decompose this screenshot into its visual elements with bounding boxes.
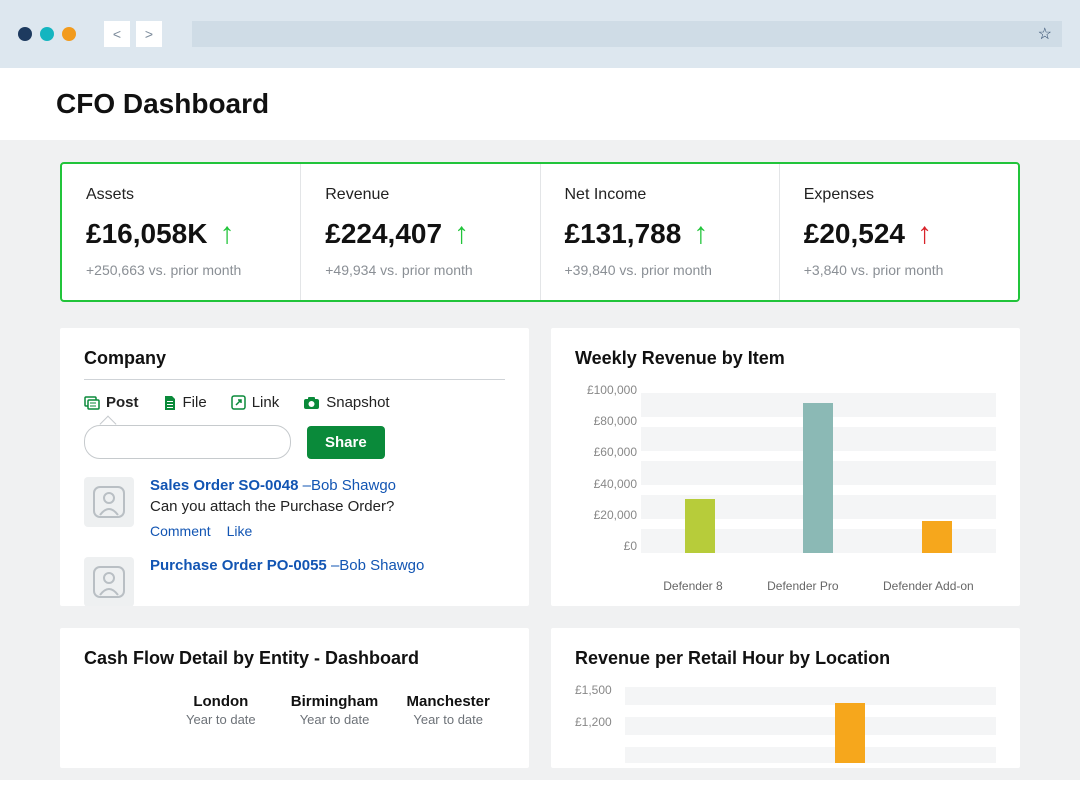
kpi-card-net-income: Net Income £131,788 ↑ +39,840 vs. prior …: [541, 164, 780, 300]
window-dot-icon: [62, 27, 76, 41]
table-column-subheader: Year to date: [164, 712, 278, 727]
post-icon: [84, 395, 100, 411]
bookmark-star-icon[interactable]: ☆: [1038, 24, 1052, 44]
window-dot-icon: [40, 27, 54, 41]
feed-item: Purchase Order PO-0055 –Bob Shawgo: [84, 557, 505, 606]
feed-item-author[interactable]: –Bob Shawgo: [303, 477, 396, 494]
back-button[interactable]: <: [104, 21, 130, 47]
revenue-per-hour-chart: £1,500 £1,200: [575, 683, 996, 763]
kpi-row: Assets £16,058K ↑ +250,663 vs. prior mon…: [60, 162, 1020, 302]
chart-y-tick: £0: [575, 539, 637, 553]
kpi-card-revenue: Revenue £224,407 ↑ +49,934 vs. prior mon…: [301, 164, 540, 300]
chart-y-tick: £1,200: [575, 715, 612, 729]
arrow-up-icon: ↑: [454, 219, 469, 249]
table-column-header: Birmingham: [278, 693, 392, 710]
avatar-icon: [84, 557, 134, 606]
feed-item-link[interactable]: Purchase Order PO-0055: [150, 557, 327, 574]
chart-y-tick: £100,000: [575, 383, 637, 397]
feed-item: Sales Order SO-0048 –Bob Shawgo Can you …: [84, 477, 505, 539]
page-title: CFO Dashboard: [56, 88, 1024, 120]
tab-snapshot[interactable]: Snapshot: [303, 394, 389, 411]
arrow-up-icon: ↑: [219, 219, 234, 249]
arrow-up-icon: ↑: [917, 219, 932, 249]
kpi-subtext: +39,840 vs. prior month: [565, 262, 755, 278]
panel-title: Company: [84, 348, 505, 380]
feed-item-link[interactable]: Sales Order SO-0048: [150, 477, 298, 494]
kpi-label: Net Income: [565, 186, 755, 204]
chart-x-tick: Defender 8: [663, 579, 722, 593]
window-dots: [18, 27, 76, 41]
cash-flow-panel: Cash Flow Detail by Entity - Dashboard L…: [60, 628, 529, 768]
kpi-subtext: +250,663 vs. prior month: [86, 262, 276, 278]
table-column-header: Manchester: [391, 693, 505, 710]
window-dot-icon: [18, 27, 32, 41]
kpi-label: Revenue: [325, 186, 515, 204]
chart-x-tick: Defender Add-on: [883, 579, 974, 593]
weekly-revenue-panel: Weekly Revenue by Item £100,000 £80,000 £6…: [551, 328, 1020, 606]
forward-button[interactable]: >: [136, 21, 162, 47]
kpi-value: £20,524: [804, 218, 905, 250]
camera-icon: [303, 396, 320, 410]
tab-label: Post: [106, 394, 139, 411]
tab-label: Snapshot: [326, 394, 389, 411]
feed-item-text: Can you attach the Purchase Order?: [150, 498, 505, 515]
nav-buttons: < >: [104, 21, 162, 47]
weekly-revenue-chart: £100,000 £80,000 £60,000 £40,000 £20,000 £0 D…: [575, 383, 996, 593]
chart-x-tick: Defender Pro: [767, 579, 838, 593]
content-area: Assets £16,058K ↑ +250,663 vs. prior mon…: [0, 140, 1080, 780]
kpi-value: £16,058K: [86, 218, 207, 250]
panel-title: Revenue per Retail Hour by Location: [575, 648, 996, 669]
chart-bar: [922, 521, 952, 553]
tab-label: File: [183, 394, 207, 411]
avatar-icon: [84, 477, 134, 527]
file-icon: [163, 395, 177, 411]
browser-chrome: < > ☆: [0, 0, 1080, 68]
table-column-subheader: Year to date: [391, 712, 505, 727]
feed-tabs: Post File Link: [84, 394, 505, 411]
link-icon: [231, 395, 246, 410]
panel-title: Cash Flow Detail by Entity - Dashboard: [84, 648, 505, 669]
revenue-per-hour-panel: Revenue per Retail Hour by Location £1,5…: [551, 628, 1020, 768]
chart-bar: [835, 703, 865, 763]
cash-flow-table: London Year to date Birmingham Year to d…: [84, 683, 505, 737]
chart-y-tick: £60,000: [575, 445, 637, 459]
tab-post[interactable]: Post: [84, 394, 139, 411]
url-bar[interactable]: ☆: [192, 21, 1062, 47]
comment-link[interactable]: Comment: [150, 523, 211, 539]
tab-file[interactable]: File: [163, 394, 207, 411]
kpi-value: £224,407: [325, 218, 442, 250]
share-button[interactable]: Share: [307, 426, 385, 459]
kpi-value: £131,788: [565, 218, 682, 250]
company-panel: Company Post File: [60, 328, 529, 606]
chart-bar: [803, 403, 833, 553]
table-column-header: London: [164, 693, 278, 710]
feed-item-author[interactable]: –Bob Shawgo: [331, 557, 424, 574]
chart-y-tick: £40,000: [575, 477, 637, 491]
table-column-subheader: Year to date: [278, 712, 392, 727]
post-input[interactable]: [84, 425, 291, 459]
panel-title: Weekly Revenue by Item: [575, 348, 996, 369]
kpi-card-assets: Assets £16,058K ↑ +250,663 vs. prior mon…: [62, 164, 301, 300]
tab-link[interactable]: Link: [231, 394, 280, 411]
chart-y-tick: £20,000: [575, 508, 637, 522]
chart-y-tick: £80,000: [575, 414, 637, 428]
chart-bar: [685, 499, 715, 553]
kpi-card-expenses: Expenses £20,524 ↑ +3,840 vs. prior mont…: [780, 164, 1018, 300]
arrow-up-icon: ↑: [693, 219, 708, 249]
kpi-subtext: +49,934 vs. prior month: [325, 262, 515, 278]
kpi-label: Expenses: [804, 186, 994, 204]
chart-y-tick: £1,500: [575, 683, 612, 697]
like-link[interactable]: Like: [227, 523, 253, 539]
tab-label: Link: [252, 394, 280, 411]
title-area: CFO Dashboard: [0, 68, 1080, 140]
kpi-subtext: +3,840 vs. prior month: [804, 262, 994, 278]
kpi-label: Assets: [86, 186, 276, 204]
